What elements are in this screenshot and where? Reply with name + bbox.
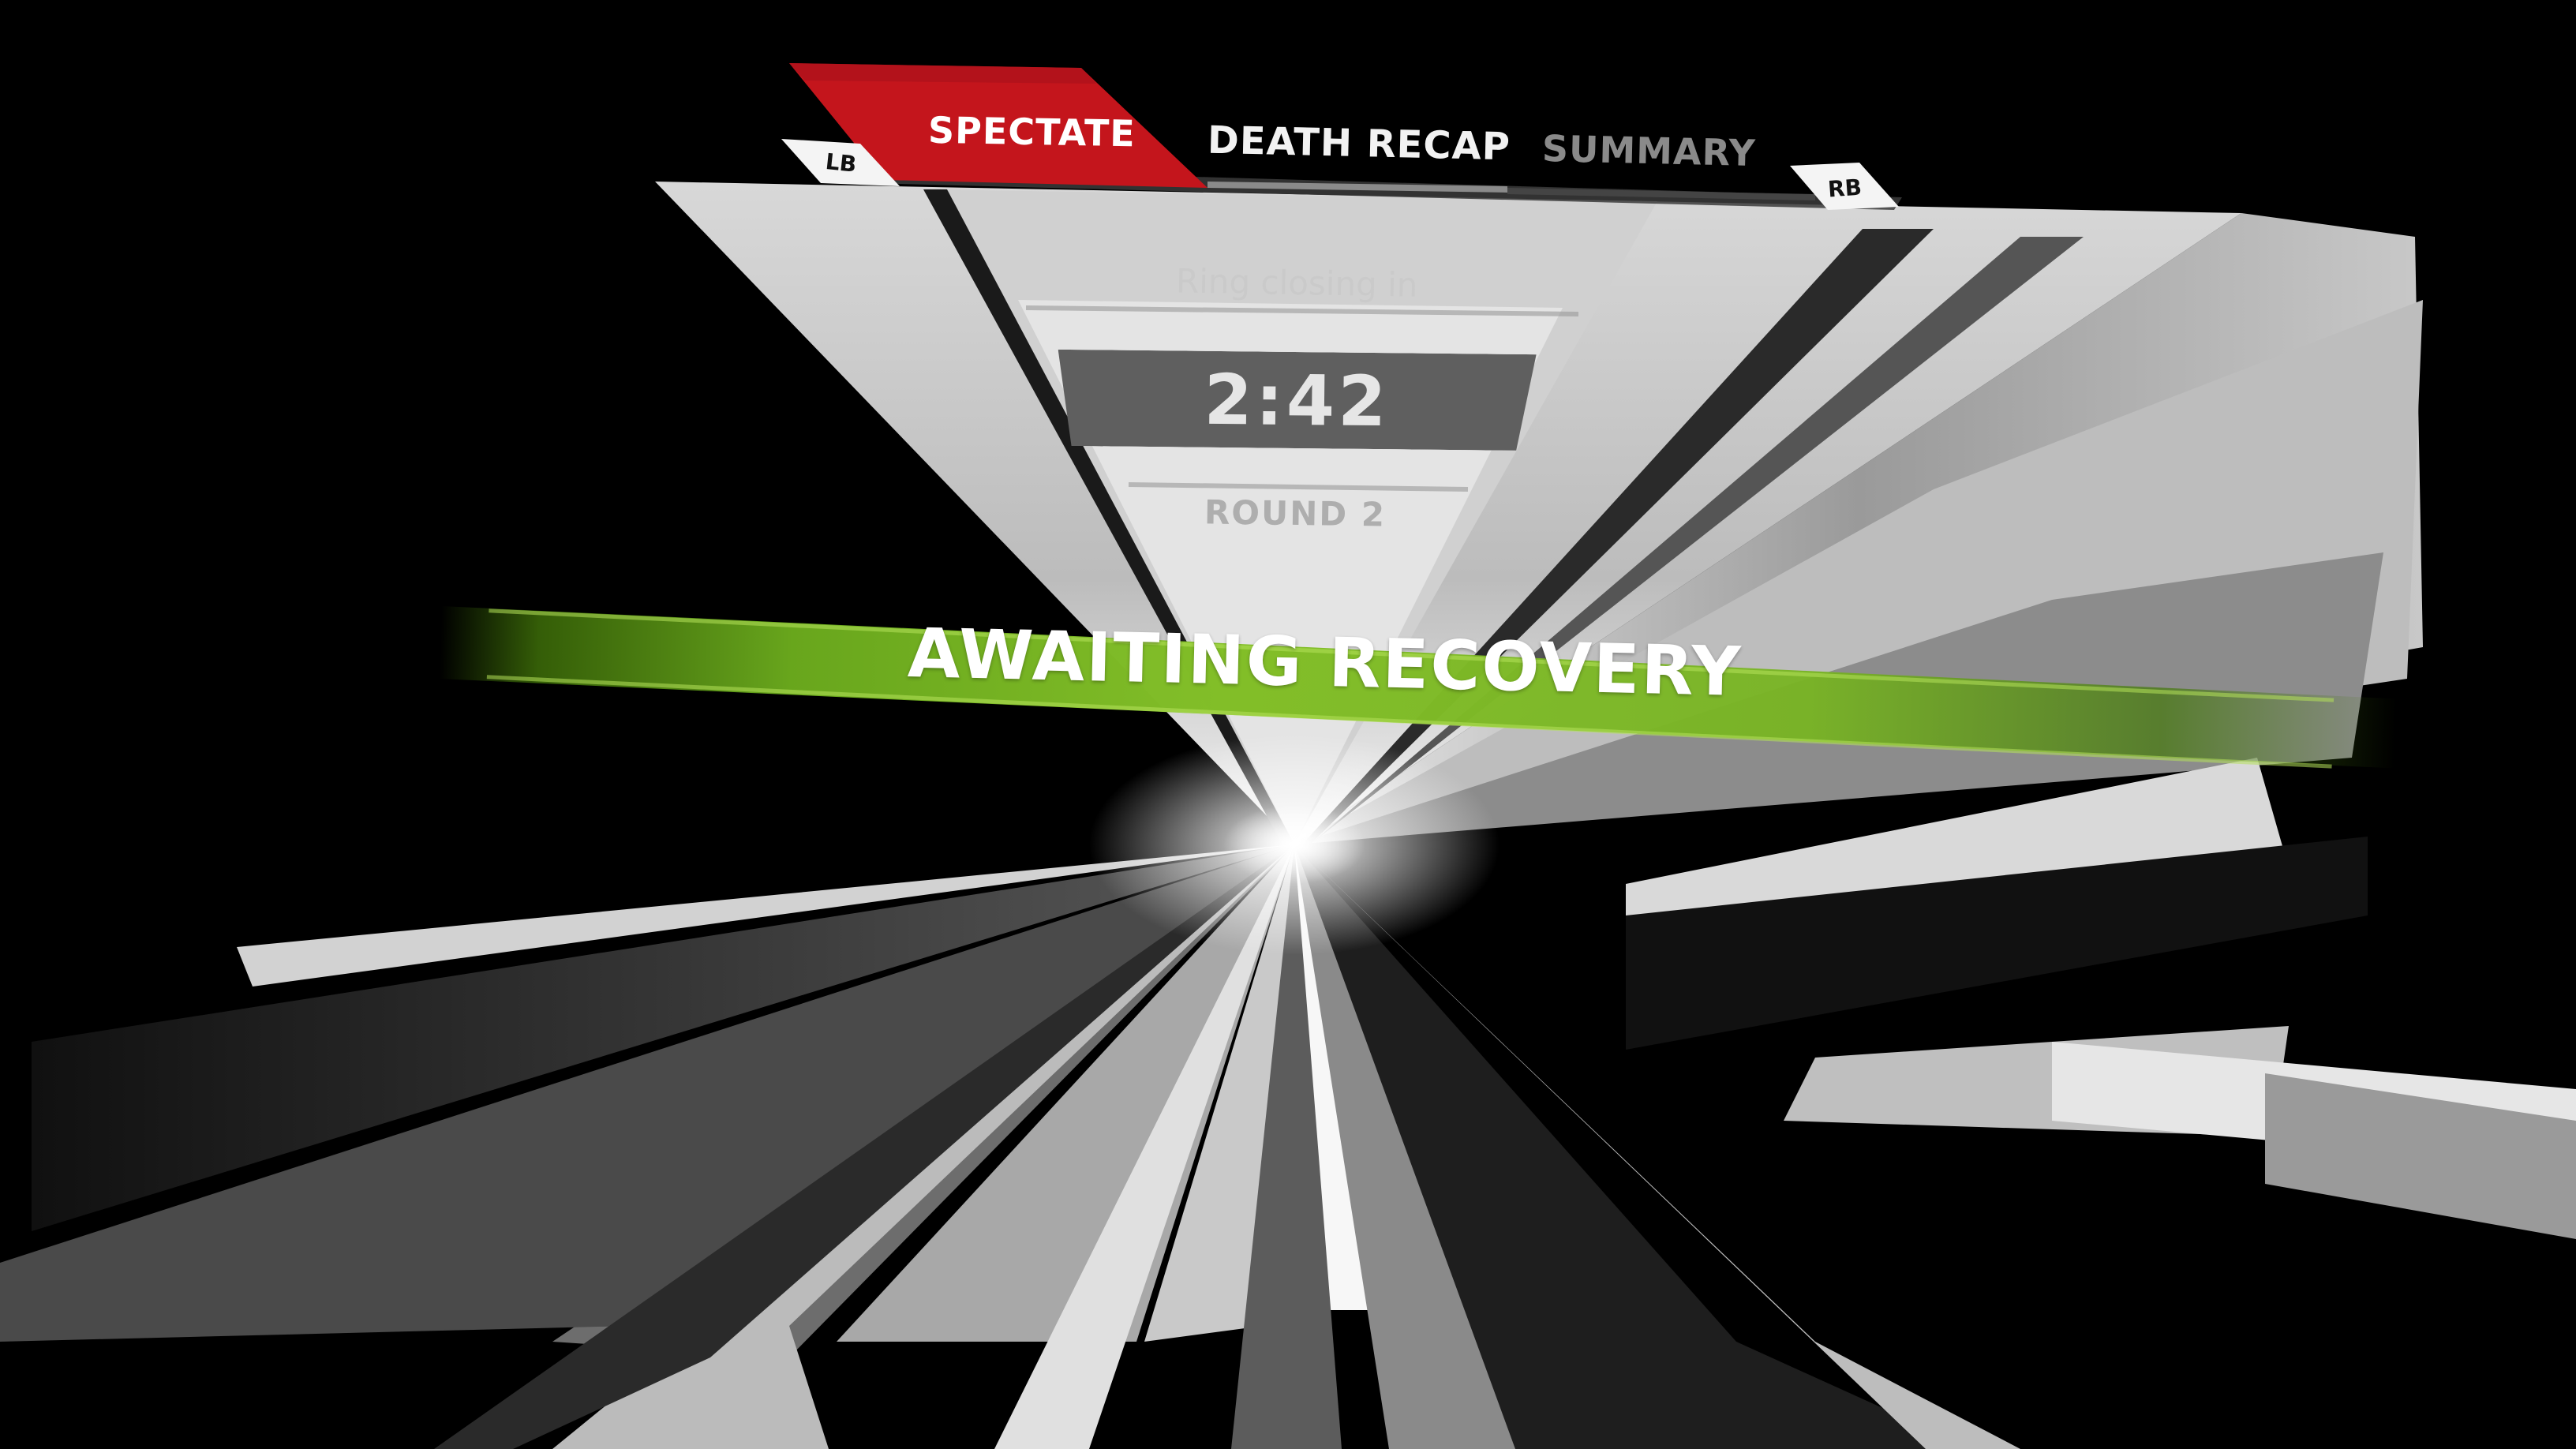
tab-death-recap-label: DEATH RECAP	[1207, 118, 1511, 170]
timer-box: 2:42	[1057, 350, 1536, 451]
rb-bumper-button[interactable]: RB	[1827, 174, 1863, 203]
tab-bar	[781, 63, 1902, 210]
tab-summary-label: SUMMARY	[1541, 126, 1757, 175]
ring-status-text: Ring closing in	[1175, 261, 1418, 305]
tab-spectate-label: SPECTATE	[927, 108, 1136, 155]
ring-timer: 2:42	[1204, 358, 1390, 442]
lb-bumper-button[interactable]: LB	[824, 148, 857, 178]
round-label: ROUND 2	[1204, 492, 1387, 534]
